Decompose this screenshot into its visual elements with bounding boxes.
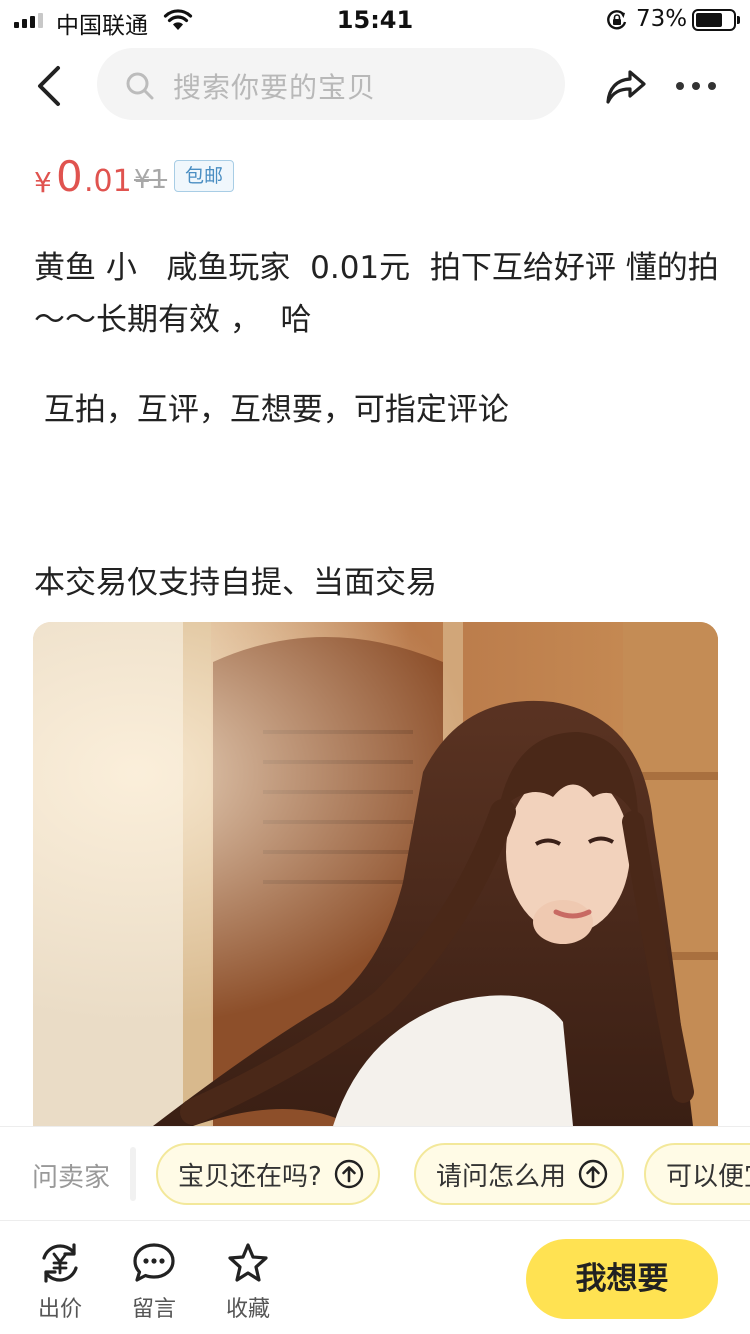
- share-icon: [606, 70, 646, 104]
- search-input[interactable]: 搜索你要的宝贝: [97, 48, 565, 120]
- chip-label: 可以便宜: [666, 1161, 750, 1192]
- star-icon: [228, 1243, 268, 1282]
- trade-method-note: 本交易仅支持自提、当面交易: [34, 565, 437, 601]
- chip-label: 请问怎么用: [436, 1161, 567, 1192]
- free-shipping-badge: 包邮: [174, 160, 235, 192]
- battery-icon: [692, 9, 740, 31]
- comment-icon: [133, 1243, 175, 1282]
- quick-question-bar: 问卖家 宝贝还在吗? 请问怎么用 可以便宜: [0, 1126, 750, 1220]
- share-button[interactable]: [604, 66, 648, 110]
- more-button[interactable]: [676, 76, 724, 96]
- quick-question-chip[interactable]: 宝贝还在吗?: [156, 1143, 380, 1205]
- battery-percent: 73%: [636, 6, 688, 32]
- bottom-action-bar: 出价 留言 收藏 我想要: [0, 1220, 750, 1334]
- quick-question-chip[interactable]: 可以便宜: [644, 1143, 750, 1205]
- search-icon: [126, 72, 154, 100]
- item-description: 黄鱼 小 咸鱼玩家 0.01元 拍下互给好评 懂的拍～～长期有效 ， 哈: [34, 250, 719, 338]
- nav-bar: 搜索你要的宝贝: [0, 44, 750, 128]
- favorite-label: 收藏: [225, 1297, 270, 1322]
- item-photo[interactable]: [33, 622, 718, 1126]
- yuan-cycle-icon: [42, 1243, 78, 1283]
- back-button[interactable]: [28, 62, 72, 110]
- chip-label: 宝贝还在吗?: [178, 1161, 322, 1192]
- send-arrow-icon: [334, 1159, 364, 1189]
- original-price: ¥1: [134, 165, 168, 195]
- divider: [130, 1147, 136, 1201]
- want-button[interactable]: 我想要: [526, 1239, 718, 1319]
- photo-illustration: [33, 622, 718, 1126]
- ask-seller-label[interactable]: 问卖家: [32, 1157, 110, 1194]
- bid-button[interactable]: 出价: [30, 1241, 90, 1322]
- price-integer: 0: [56, 152, 83, 201]
- bid-label: 出价: [37, 1297, 82, 1322]
- price-decimal: .01: [84, 164, 132, 199]
- item-description-note: 互拍，互评，互想要，可指定评论: [34, 392, 509, 428]
- back-icon: [38, 66, 60, 106]
- more-icon: [676, 82, 684, 90]
- status-bar: 中国联通 15:41 73%: [0, 0, 750, 44]
- rotation-lock-icon: [607, 10, 627, 30]
- favorite-button[interactable]: 收藏: [218, 1241, 278, 1322]
- send-arrow-icon: [578, 1159, 608, 1189]
- comment-button[interactable]: 留言: [124, 1241, 184, 1322]
- price-currency: ¥: [34, 166, 52, 199]
- search-placeholder: 搜索你要的宝贝: [173, 71, 377, 104]
- quick-question-chip[interactable]: 请问怎么用: [414, 1143, 625, 1205]
- comment-label: 留言: [131, 1297, 176, 1322]
